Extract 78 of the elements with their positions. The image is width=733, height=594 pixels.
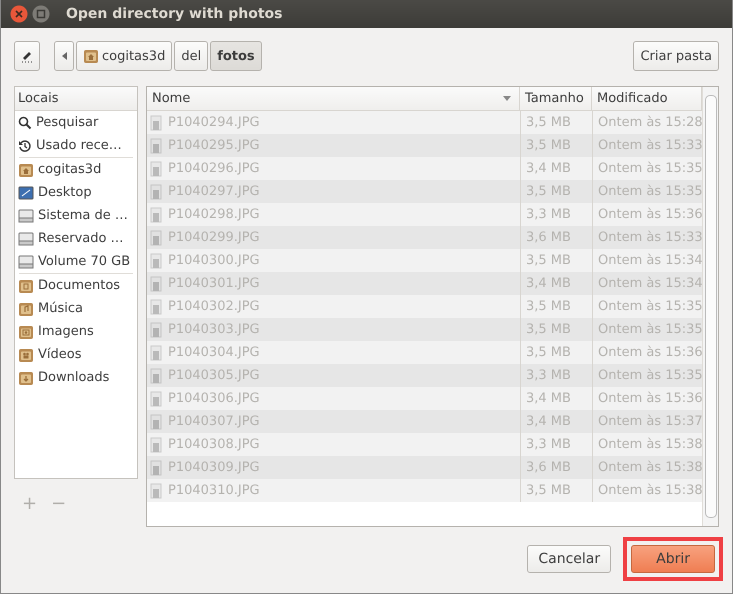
sidebar-item[interactable]: Usado rece…	[15, 134, 137, 157]
column-header[interactable]: Tamanho	[520, 87, 592, 110]
file-name-cell: P1040298.JPG	[147, 203, 520, 226]
home-folder-icon	[83, 48, 99, 64]
history-icon	[18, 138, 32, 152]
sidebar-item[interactable]: cogitas3d	[15, 158, 137, 181]
file-icon	[150, 414, 162, 430]
sidebar-item[interactable]: Vídeos	[15, 343, 137, 366]
file-icon	[150, 298, 162, 314]
close-icon[interactable]	[10, 5, 28, 23]
file-name-cell: P1040296.JPG	[147, 157, 520, 180]
places-heading: Locais	[15, 87, 137, 111]
search-icon	[18, 116, 32, 130]
document-folder-icon	[18, 278, 34, 294]
file-name-cell: P1040310.JPG	[147, 479, 520, 502]
sidebar-item[interactable]: Volume 70 GB	[15, 250, 137, 273]
file-icon	[150, 390, 162, 406]
desktop-icon	[18, 184, 34, 200]
caret-icon	[62, 52, 66, 60]
pencil-icon	[20, 49, 34, 63]
sidebar-item[interactable]: Reservado …	[15, 227, 137, 250]
sidebar-item[interactable]: Música	[15, 297, 137, 320]
file-name-cell: P1040308.JPG	[147, 433, 520, 456]
path-segment[interactable]: cogitas3d	[76, 41, 172, 71]
cancel-button[interactable]: Cancelar	[527, 545, 612, 573]
edit-location-button[interactable]	[14, 41, 40, 71]
file-name-cell: P1040302.JPG	[147, 295, 520, 318]
scrollbar[interactable]	[702, 87, 718, 526]
drive-icon	[18, 208, 34, 224]
sidebar-item[interactable]: Desktop	[15, 181, 137, 204]
video-folder-icon	[18, 346, 34, 362]
file-icon	[150, 114, 162, 130]
file-icon	[150, 230, 162, 246]
file-name-cell: P1040307.JPG	[147, 410, 520, 433]
file-icon	[150, 276, 162, 292]
file-name-cell: P1040305.JPG	[147, 364, 520, 387]
file-icon	[150, 322, 162, 338]
music-folder-icon	[18, 300, 34, 316]
file-name-cell: P1040309.JPG	[147, 456, 520, 479]
file-icon	[150, 436, 162, 452]
file-name-cell: P1040301.JPG	[147, 272, 520, 295]
sidebar-item[interactable]: Downloads	[15, 366, 137, 389]
file-name-cell: P1040294.JPG	[147, 111, 520, 134]
download-folder-icon	[18, 370, 34, 386]
window-title: Open directory with photos	[66, 6, 283, 22]
column-header[interactable]: Nome	[147, 87, 520, 110]
file-name-cell: P1040299.JPG	[147, 226, 520, 249]
home-folder-icon	[18, 162, 34, 178]
create-folder-button[interactable]: Criar pasta	[633, 41, 719, 71]
drive-icon	[18, 230, 34, 246]
file-name-cell: P1040306.JPG	[147, 387, 520, 410]
file-icon	[150, 482, 162, 498]
maximize-icon[interactable]	[32, 5, 50, 23]
file-icon	[150, 160, 162, 176]
picture-folder-icon	[18, 324, 34, 340]
size-cell: 3,5 MB	[520, 479, 592, 502]
file-icon	[150, 368, 162, 384]
sidebar-item[interactable]: Imagens	[15, 320, 137, 343]
sidebar-item[interactable]: Sistema de …	[15, 204, 137, 227]
drive-icon	[18, 254, 34, 270]
file-name-cell: P1040297.JPG	[147, 180, 520, 203]
file-icon	[150, 184, 162, 200]
file-name-cell: P1040304.JPG	[147, 341, 520, 364]
file-icon	[150, 252, 162, 268]
sort-arrow-icon	[503, 96, 511, 101]
file-name-cell: P1040300.JPG	[147, 249, 520, 272]
open-button[interactable]: Abrir	[631, 545, 715, 573]
file-icon	[150, 138, 162, 154]
file-name-cell: P1040303.JPG	[147, 318, 520, 341]
path-segment[interactable]: fotos	[210, 41, 262, 71]
sidebar-item[interactable]: Documentos	[15, 274, 137, 297]
file-icon	[150, 344, 162, 360]
file-icon	[150, 460, 162, 476]
file-icon	[150, 206, 162, 222]
sidebar-item[interactable]: Pesquisar	[15, 111, 137, 134]
path-segment[interactable]: del	[174, 41, 208, 71]
back-button[interactable]	[54, 41, 74, 71]
file-name-cell: P1040295.JPG	[147, 134, 520, 157]
